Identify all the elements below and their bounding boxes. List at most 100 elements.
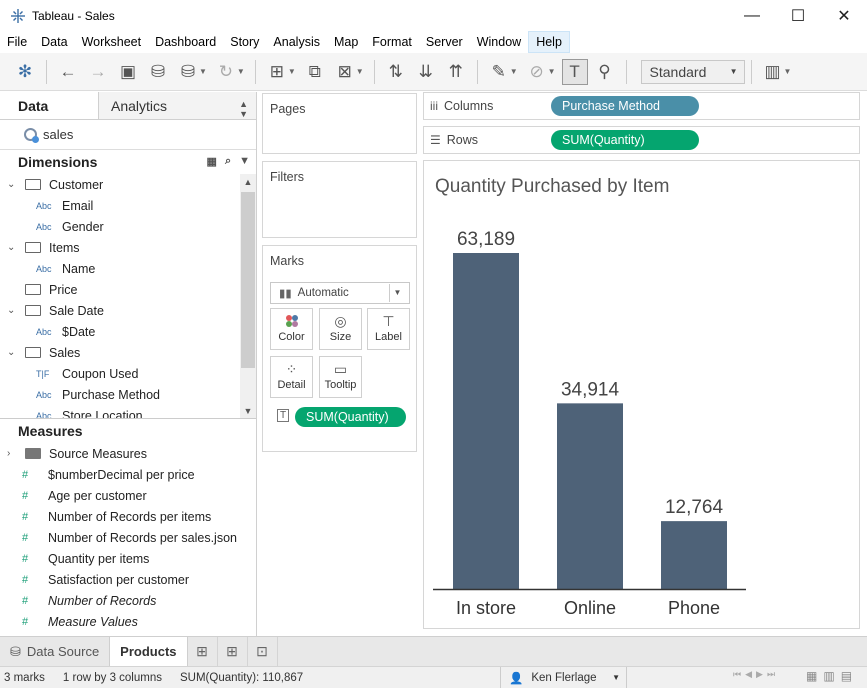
dimension-item[interactable]: ⌄ Items (0, 237, 256, 258)
refresh-caret-icon[interactable]: ▼ (237, 67, 245, 76)
dimension-item[interactable]: T|F Coupon Used (0, 363, 256, 384)
group-icon[interactable]: ⊘ (524, 59, 550, 85)
menu-story[interactable]: Story (223, 31, 266, 53)
columns-shelf[interactable]: iii Columns Purchase Method (423, 92, 860, 120)
new-datasource-icon[interactable]: ⛁ (145, 59, 171, 85)
redo-icon[interactable]: → (85, 59, 111, 85)
tab-analytics[interactable]: Analytics ▲ ▼ (98, 92, 256, 119)
measure-item[interactable]: # Number of Records (0, 590, 256, 611)
tableau-logo-icon[interactable]: ✻ (12, 59, 38, 85)
user-menu[interactable]: 👤 Ken Flerlage ▼ (500, 667, 627, 688)
clear-sheet-icon[interactable]: ⊠ (332, 59, 358, 85)
first-sheet-icon[interactable]: ⏮ (733, 669, 741, 680)
mark-type-select[interactable]: ▮▮ Automatic ▼ (270, 282, 410, 304)
scroll-down-icon[interactable]: ▼ (240, 403, 256, 418)
datasource-item[interactable]: sales (0, 120, 256, 150)
chevron-down-icon[interactable]: ⌄ (7, 305, 19, 316)
dimension-item[interactable]: ⌄ Sale Date (0, 300, 256, 321)
bar-in-store[interactable] (453, 253, 519, 589)
pause-updates-icon[interactable]: ⛁ (175, 59, 201, 85)
sort-descending-icon[interactable]: ⇈ (443, 59, 469, 85)
size-button[interactable]: ◎ Size (319, 308, 362, 350)
rows-pill[interactable]: SUM(Quantity) (551, 130, 699, 150)
menu-file[interactable]: File (0, 31, 34, 53)
measure-item[interactable]: # Satisfaction per customer (0, 569, 256, 590)
measure-item[interactable]: # Measure Values (0, 611, 256, 632)
highlight-icon[interactable]: ✎ (486, 59, 512, 85)
measure-item[interactable]: # Number of Records per items (0, 506, 256, 527)
menu-map[interactable]: Map (327, 31, 365, 53)
pin-icon[interactable]: ⚲ (592, 59, 618, 85)
tab-products[interactable]: Products (109, 636, 188, 667)
view-list-icon[interactable]: ▦ (207, 155, 217, 168)
new-dashboard-icon[interactable]: ⊞ (218, 636, 248, 667)
swap-icon[interactable]: ⇅ (383, 59, 409, 85)
tab-data-source[interactable]: ⛁ Data Source (0, 637, 109, 667)
tabs-icon[interactable]: ▤ (841, 669, 852, 683)
filters-card[interactable]: Filters (262, 161, 417, 238)
new-story-icon[interactable]: ⊡ (248, 636, 278, 667)
save-icon[interactable]: ▣ (115, 59, 141, 85)
scroll-up-icon[interactable]: ▲ (240, 174, 256, 190)
menu-analysis[interactable]: Analysis (266, 31, 327, 53)
dimension-item[interactable]: Abc Email (0, 195, 256, 216)
dimension-item[interactable]: Price (0, 279, 256, 300)
group-caret-icon[interactable]: ▼ (548, 67, 556, 76)
fit-select[interactable]: Standard ▼ (640, 59, 745, 84)
rows-shelf[interactable]: ☰ Rows SUM(Quantity) (423, 126, 860, 154)
last-sheet-icon[interactable]: ⏭ (767, 669, 775, 680)
color-button[interactable]: Color (270, 308, 313, 350)
menu-caret-icon[interactable]: ▼ (239, 155, 250, 168)
columns-pill[interactable]: Purchase Method (551, 96, 699, 116)
show-me-icon[interactable]: ▥ (760, 59, 786, 85)
dimension-item[interactable]: ⌄ Customer (0, 174, 256, 195)
scrollbar[interactable]: ▲ ▼ (240, 174, 256, 418)
new-worksheet-icon[interactable]: ⊞ (264, 59, 290, 85)
duplicate-icon[interactable]: ⧉ (302, 59, 328, 85)
next-sheet-icon[interactable]: ▶ (756, 669, 763, 680)
sort-ascending-icon[interactable]: ⇊ (413, 59, 439, 85)
dimension-item[interactable]: Abc $Date (0, 321, 256, 342)
dimension-item[interactable]: Abc Store Location (0, 405, 256, 419)
minimize-button[interactable]: — (729, 0, 775, 31)
label-button[interactable]: ⊤ Label (367, 308, 410, 350)
close-button[interactable]: ✕ (821, 0, 867, 31)
measure-item[interactable]: # Number of Records per sales.json (0, 527, 256, 548)
pages-card[interactable]: Pages (262, 93, 417, 154)
menu-dashboard[interactable]: Dashboard (148, 31, 223, 53)
new-worksheet-caret-icon[interactable]: ▼ (288, 67, 296, 76)
menu-format[interactable]: Format (365, 31, 419, 53)
highlight-caret-icon[interactable]: ▼ (510, 67, 518, 76)
refresh-icon[interactable]: ↻ (213, 59, 239, 85)
pause-caret-icon[interactable]: ▼ (199, 67, 207, 76)
new-sheet-icon[interactable]: ⊞ (188, 636, 218, 667)
dimension-item[interactable]: Abc Gender (0, 216, 256, 237)
bar-online[interactable] (557, 403, 623, 589)
show-me-caret-icon[interactable]: ▼ (784, 67, 792, 76)
search-icon[interactable]: ⌕ (225, 155, 231, 168)
dimension-item[interactable]: ⌄ Sales (0, 342, 256, 363)
chevron-down-icon[interactable]: ⌄ (7, 347, 19, 358)
clear-caret-icon[interactable]: ▼ (356, 67, 364, 76)
scroll-thumb[interactable] (241, 192, 255, 368)
measure-item[interactable]: # $numberDecimal per price (0, 464, 256, 485)
maximize-button[interactable]: ☐ (775, 0, 821, 31)
prev-sheet-icon[interactable]: ◀ (745, 669, 752, 680)
show-labels-icon[interactable]: T (561, 58, 588, 85)
menu-help[interactable]: Help (528, 31, 570, 53)
tab-data[interactable]: Data (0, 92, 98, 119)
menu-data[interactable]: Data (34, 31, 74, 53)
chevron-right-icon[interactable]: › (7, 448, 19, 459)
undo-icon[interactable]: ← (55, 59, 81, 85)
chevron-down-icon[interactable]: ⌄ (7, 242, 19, 253)
menu-worksheet[interactable]: Worksheet (75, 31, 149, 53)
tooltip-button[interactable]: ▭ Tooltip (319, 356, 362, 398)
filmstrip-icon[interactable]: ▥ (823, 669, 834, 683)
measure-item[interactable]: › Source Measures (0, 443, 256, 464)
label-pill[interactable]: SUM(Quantity) (295, 407, 406, 427)
chevron-down-icon[interactable]: ⌄ (7, 179, 19, 190)
dimension-item[interactable]: Abc Name (0, 258, 256, 279)
sort-icon[interactable]: ▲ ▼ (239, 99, 248, 119)
sheet-sorter-icon[interactable]: ▦ (806, 669, 817, 683)
detail-button[interactable]: ⁘ Detail (270, 356, 313, 398)
